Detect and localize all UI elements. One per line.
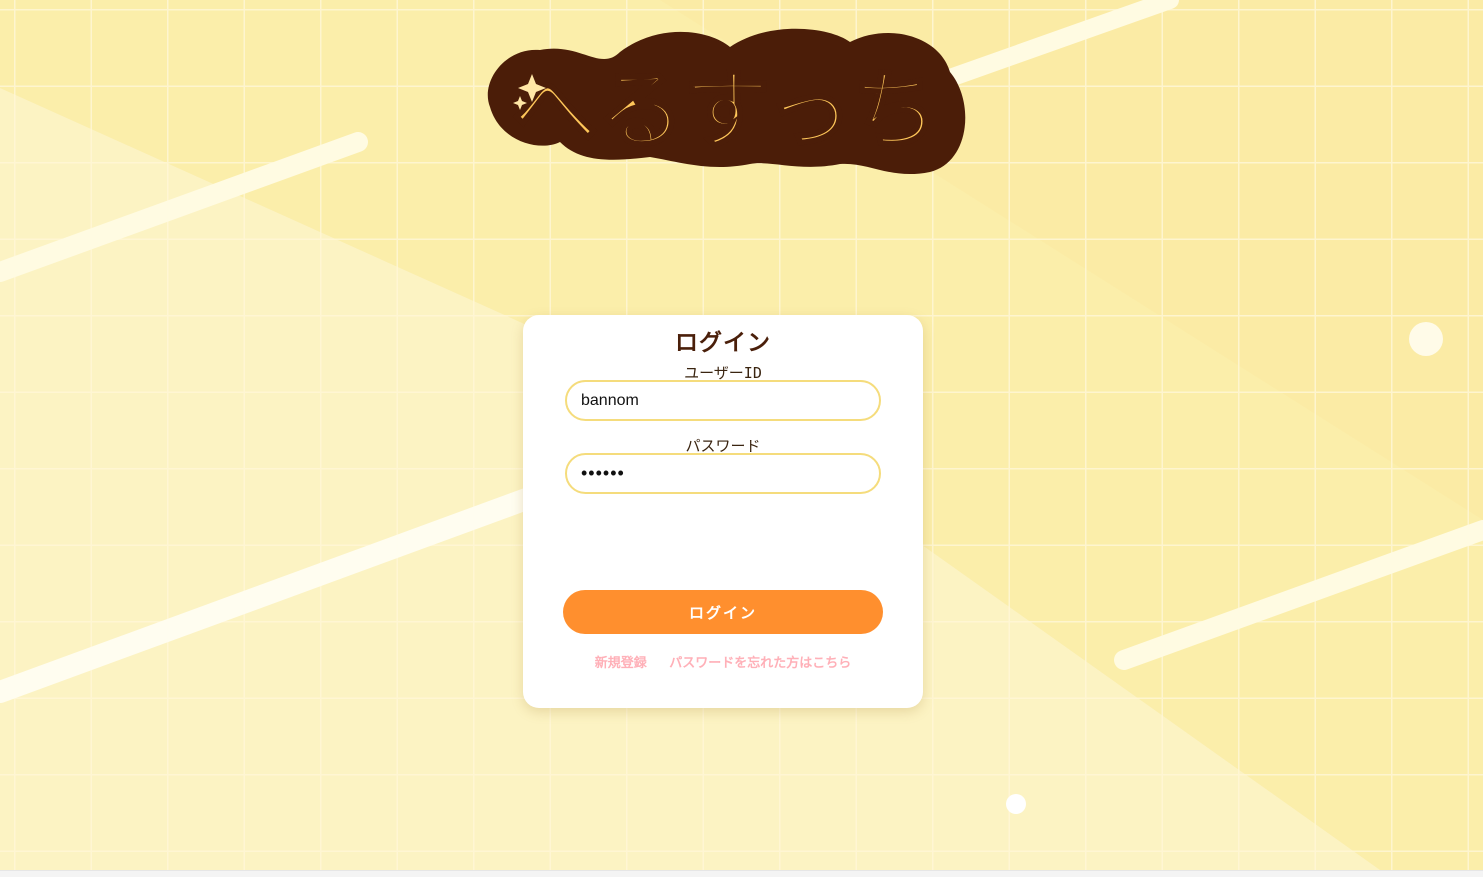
auth-links: 新規登録 パスワードを忘れた方はこちら <box>523 652 923 671</box>
password-input[interactable] <box>565 453 881 494</box>
user-id-input[interactable] <box>565 380 881 421</box>
forgot-password-link[interactable]: パスワードを忘れた方はこちら <box>669 656 851 671</box>
register-link[interactable]: 新規登録 <box>595 656 647 671</box>
app-logo: へるすっち <box>470 12 980 182</box>
login-title: ログイン <box>675 330 771 356</box>
login-button[interactable]: ログイン <box>563 590 883 634</box>
login-card: ログイン ユーザーID パスワード ログイン 新規登録 パスワードを忘れた方はこ… <box>523 315 923 708</box>
logo-text: へるすっち <box>512 61 939 161</box>
